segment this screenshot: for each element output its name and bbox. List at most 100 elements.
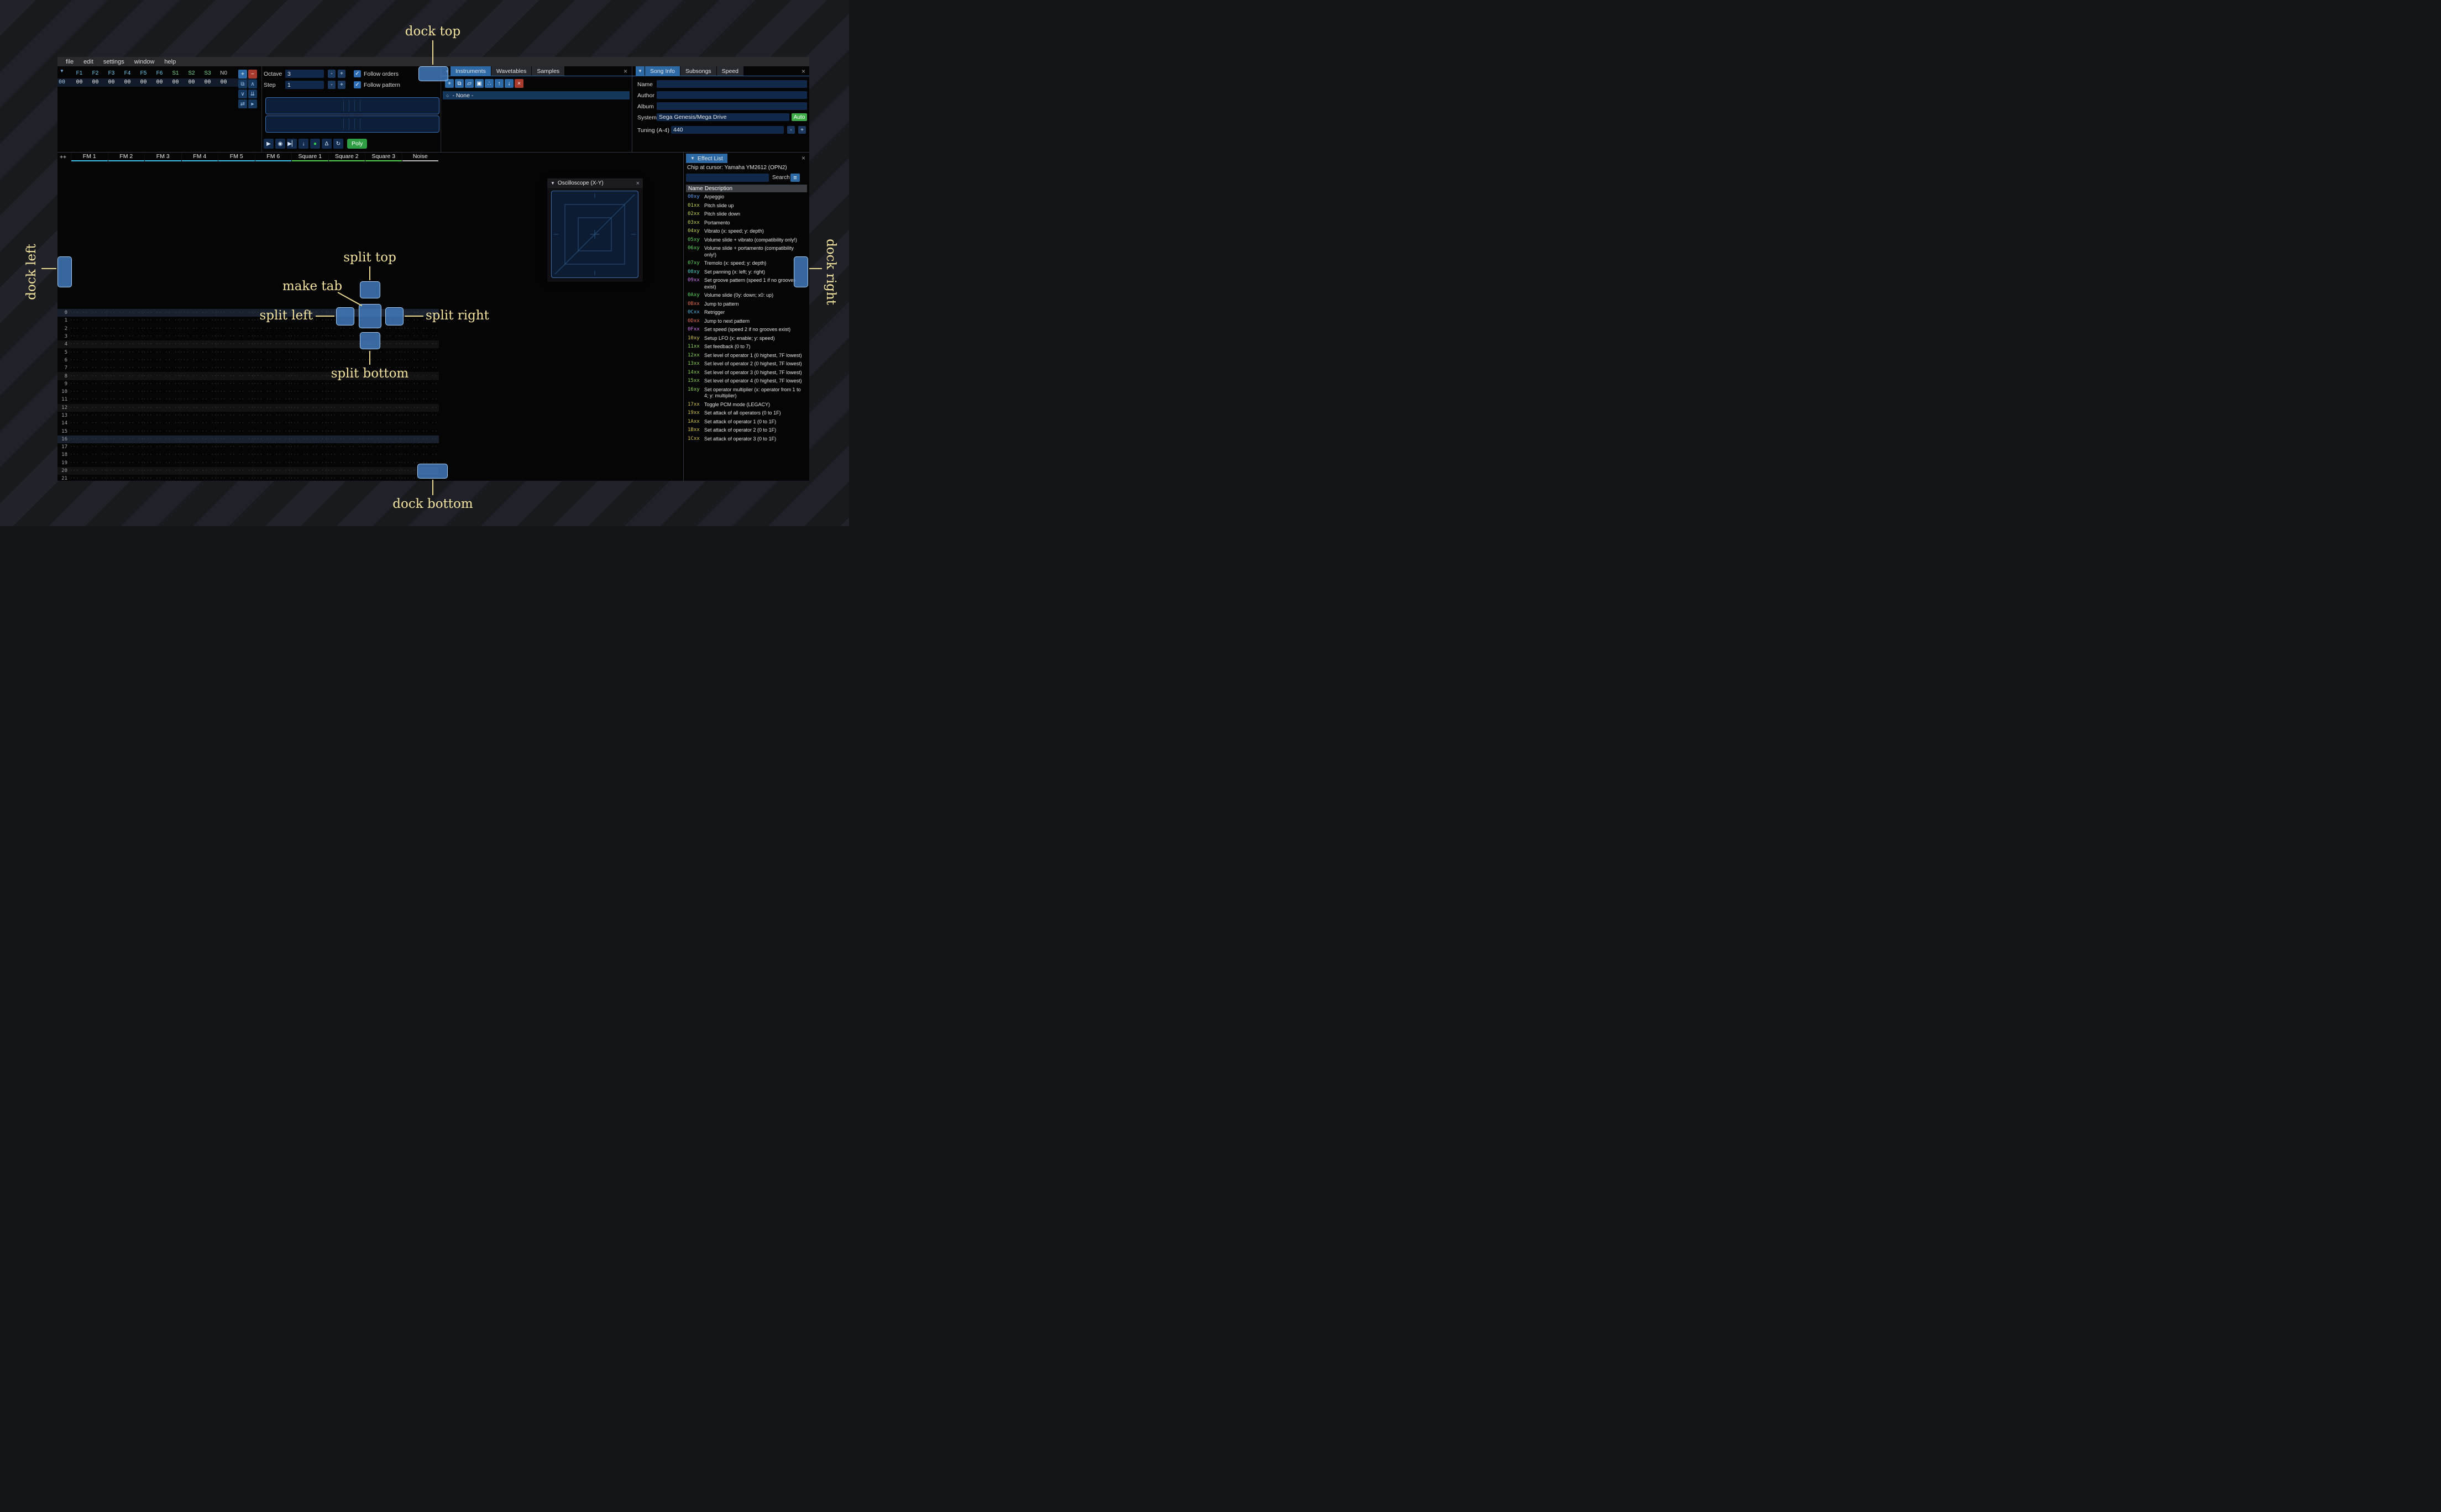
open-instrument-button[interactable]: ▱: [465, 79, 474, 88]
pattern-cell[interactable]: ··· ·· ·· ···: [327, 452, 364, 458]
pattern-cell[interactable]: ··· ·· ·· ···: [106, 334, 143, 339]
instruments-close-icon[interactable]: ×: [624, 68, 627, 75]
pattern-cell[interactable]: ··· ·· ·· ···: [363, 429, 400, 434]
pattern-cell[interactable]: ··· ·· ·· ···: [69, 452, 106, 458]
pattern-cell[interactable]: ··· ·· ·· ···: [69, 444, 106, 450]
pattern-cell[interactable]: ··· ·· ·· ···: [106, 318, 143, 323]
pattern-cell[interactable]: ··· ·· ·· ···: [400, 429, 437, 434]
order-move-down-button[interactable]: ∨: [238, 90, 247, 98]
pattern-cell[interactable]: ··· ·· ·· ···: [143, 358, 180, 363]
pattern-cell[interactable]: ··· ·· ·· ···: [253, 429, 290, 434]
oscilloscope-close-icon[interactable]: ×: [636, 180, 640, 187]
pattern-cell[interactable]: ··· ·· ·· ···: [327, 476, 364, 481]
pattern-cell[interactable]: ··· ·· ·· ···: [253, 437, 290, 442]
channel-header-noise[interactable]: Noise: [401, 153, 438, 161]
pattern-cell[interactable]: ··· ·· ·· ···: [69, 397, 106, 402]
channel-header-fm-1[interactable]: FM 1: [71, 153, 108, 161]
system-input[interactable]: Sega Genesis/Mega Drive: [657, 113, 789, 121]
pattern-cell[interactable]: ··· ·· ·· ···: [180, 444, 217, 450]
tab-instruments[interactable]: Instruments: [451, 66, 491, 76]
pattern-cell[interactable]: ··· ·· ·· ···: [327, 389, 364, 395]
pattern-cell[interactable]: ··· ·· ·· ···: [143, 460, 180, 466]
song-info-collapse-button[interactable]: ▼: [636, 66, 645, 76]
pattern-cell[interactable]: ··· ·· ·· ···: [400, 452, 437, 458]
pattern-cell[interactable]: ··· ·· ·· ···: [216, 460, 253, 466]
pattern-cell[interactable]: ··· ·· ·· ···: [180, 310, 217, 316]
tab-subsongs[interactable]: Subsongs: [680, 66, 716, 76]
menu-edit[interactable]: edit: [78, 59, 98, 65]
pattern-cell[interactable]: ··· ·· ·· ···: [216, 444, 253, 450]
step-increase-button[interactable]: +: [338, 81, 345, 89]
pattern-cell[interactable]: ··· ·· ·· ···: [180, 342, 217, 347]
effect-list-tab[interactable]: ▼ Effect List: [686, 154, 727, 163]
channel-header-fm-5[interactable]: FM 5: [218, 153, 255, 161]
pattern-cell[interactable]: ··· ·· ·· ···: [69, 374, 106, 379]
repeat-pattern-button[interactable]: ↻: [333, 139, 343, 149]
pattern-cell[interactable]: ··· ·· ·· ···: [290, 326, 327, 332]
name-input[interactable]: [657, 80, 807, 88]
pattern-cell[interactable]: ··· ·· ·· ···: [180, 437, 217, 442]
pattern-cell[interactable]: ··· ·· ·· ···: [290, 460, 327, 466]
pattern-cell[interactable]: ··· ·· ·· ···: [400, 350, 437, 355]
pattern-cell[interactable]: ··· ·· ·· ···: [327, 468, 364, 474]
pattern-cell[interactable]: ··· ·· ·· ···: [290, 342, 327, 347]
pattern-cell[interactable]: ··· ·· ·· ···: [400, 326, 437, 332]
pattern-cell[interactable]: ··· ·· ·· ···: [216, 350, 253, 355]
pattern-cell[interactable]: ··· ·· ·· ···: [180, 326, 217, 332]
pattern-cell[interactable]: ··· ·· ·· ···: [69, 421, 106, 426]
pattern-cell[interactable]: ··· ·· ·· ···: [106, 342, 143, 347]
song-info-close-icon[interactable]: ×: [802, 68, 805, 75]
channel-header-square-3[interactable]: Square 3: [365, 153, 402, 161]
pattern-cell[interactable]: ··· ·· ·· ···: [69, 437, 106, 442]
pattern-cell[interactable]: ··· ·· ·· ···: [363, 421, 400, 426]
step-input[interactable]: 1: [285, 81, 324, 89]
pattern-cell[interactable]: ··· ·· ·· ···: [143, 405, 180, 411]
pattern-cell[interactable]: ··· ·· ·· ···: [180, 318, 217, 323]
pattern-cell[interactable]: ··· ·· ·· ···: [400, 334, 437, 339]
pattern-cell[interactable]: ··· ·· ·· ···: [216, 374, 253, 379]
tab-speed[interactable]: Speed: [716, 66, 744, 76]
pattern-cell[interactable]: ··· ·· ·· ···: [400, 342, 437, 347]
pattern-cell[interactable]: ··· ·· ·· ···: [400, 437, 437, 442]
pattern-cell[interactable]: ··· ·· ·· ···: [143, 389, 180, 395]
pattern-cell[interactable]: ··· ·· ·· ···: [216, 468, 253, 474]
pattern-cell[interactable]: ··· ·· ·· ···: [253, 397, 290, 402]
pattern-cell[interactable]: ··· ·· ·· ···: [290, 452, 327, 458]
pattern-cell[interactable]: ··· ·· ·· ···: [69, 476, 106, 481]
pattern-cell[interactable]: ··· ·· ·· ···: [143, 444, 180, 450]
dock-left-target[interactable]: [57, 256, 72, 287]
menu-settings[interactable]: settings: [98, 59, 129, 65]
pattern-cell[interactable]: ··· ·· ·· ···: [106, 444, 143, 450]
metronome-button[interactable]: Δ: [322, 139, 332, 149]
play-pattern-button[interactable]: ◉: [275, 139, 285, 149]
order-cell[interactable]: 00: [135, 79, 151, 85]
pattern-cell[interactable]: ··· ·· ·· ···: [106, 452, 143, 458]
pattern-cell[interactable]: ··· ·· ·· ···: [400, 397, 437, 402]
pattern-cell[interactable]: ··· ·· ·· ···: [290, 444, 327, 450]
pattern-cell[interactable]: ··· ·· ·· ···: [400, 381, 437, 387]
system-auto-button[interactable]: Auto: [792, 113, 807, 121]
pattern-cell[interactable]: ··· ·· ·· ···: [253, 334, 290, 339]
pattern-cell[interactable]: ··· ·· ·· ···: [106, 413, 143, 418]
tuning-decrease-button[interactable]: -: [787, 126, 795, 134]
pattern-cell[interactable]: ··· ·· ·· ···: [327, 413, 364, 418]
pattern-cell[interactable]: ··· ·· ·· ···: [180, 452, 217, 458]
pattern-cell[interactable]: ··· ·· ·· ···: [106, 381, 143, 387]
pattern-cell[interactable]: ··· ·· ·· ···: [69, 389, 106, 395]
pattern-cell[interactable]: ··· ·· ·· ···: [400, 413, 437, 418]
pattern-cell[interactable]: ··· ·· ·· ···: [143, 310, 180, 316]
pattern-cell[interactable]: ··· ·· ·· ···: [180, 374, 217, 379]
collapse-icon[interactable]: ▼: [551, 181, 555, 186]
pattern-cell[interactable]: ··· ·· ·· ···: [290, 413, 327, 418]
pattern-cell[interactable]: ··· ·· ·· ···: [253, 365, 290, 371]
channel-header-fm-3[interactable]: FM 3: [144, 153, 181, 161]
pattern-cell[interactable]: ··· ·· ·· ···: [363, 413, 400, 418]
dock-bottom-target[interactable]: [417, 464, 448, 479]
order-cell[interactable]: 00: [119, 79, 135, 85]
pattern-cell[interactable]: ··· ·· ·· ···: [363, 381, 400, 387]
pattern-cell[interactable]: ··· ·· ·· ···: [253, 374, 290, 379]
pattern-cell[interactable]: ··· ·· ·· ···: [180, 405, 217, 411]
pattern-cell[interactable]: ··· ·· ·· ···: [180, 334, 217, 339]
pattern-cell[interactable]: ··· ·· ·· ···: [106, 350, 143, 355]
pattern-cell[interactable]: ··· ·· ·· ···: [143, 413, 180, 418]
